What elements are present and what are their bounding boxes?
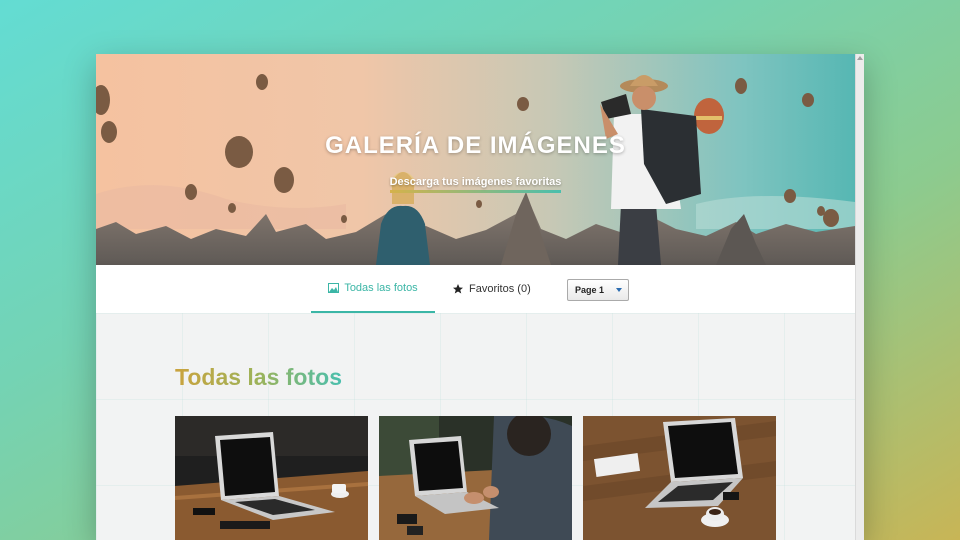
star-icon	[452, 283, 464, 295]
hero-subtitle-wrap: Descarga tus imágenes favoritas	[96, 172, 855, 193]
hero-title: GALERÍA DE IMÁGENES	[325, 132, 626, 159]
hero-banner: GALERÍA DE IMÁGENES Descarga tus imágene…	[96, 54, 855, 265]
laptop-table-photo	[175, 416, 368, 540]
scroll-up-icon[interactable]	[857, 56, 863, 60]
laptop-notebook-photo	[583, 416, 776, 540]
browser-window: GALERÍA DE IMÁGENES Descarga tus imágene…	[96, 54, 864, 540]
image-icon	[328, 283, 340, 293]
page-select-value: Page 1	[575, 285, 605, 295]
vertical-scrollbar[interactable]	[855, 54, 864, 540]
person-laptop-photo	[379, 416, 572, 540]
photo-card[interactable]	[583, 416, 776, 540]
photo-card[interactable]	[175, 416, 368, 540]
tab-favorites[interactable]: Favoritos (0)	[452, 265, 531, 313]
gallery-navbar: Todas las fotos Favoritos (0) Page 1	[96, 265, 855, 313]
section-title: Todas las fotos	[175, 364, 342, 390]
page-select[interactable]: Page 1	[567, 279, 629, 301]
tab-all-photos-label: Todas las fotos	[344, 282, 418, 294]
photo-card[interactable]	[379, 416, 572, 540]
tab-favorites-label: Favoritos (0)	[469, 283, 531, 295]
hero-subtitle: Descarga tus imágenes favoritas	[389, 176, 562, 193]
chevron-down-icon	[616, 288, 622, 292]
gallery-content: Todas las fotos	[96, 313, 855, 540]
tab-all-photos[interactable]: Todas las fotos	[311, 265, 435, 313]
